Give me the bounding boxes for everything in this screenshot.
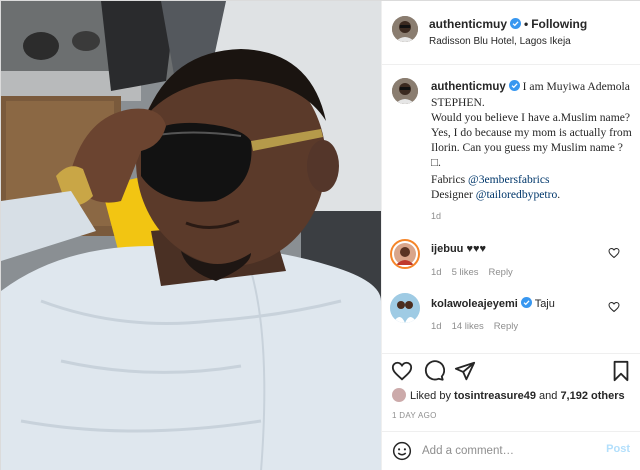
liked-by-user[interactable]: tosintreasure49 [454,390,536,402]
author-avatar[interactable] [392,16,418,42]
comment-time[interactable]: 1d [431,321,442,332]
emoji-icon[interactable] [392,441,412,461]
author-username[interactable]: authenticmuy [429,17,507,31]
comment-time[interactable]: 1d [431,267,442,278]
commenter-avatar[interactable] [390,239,420,269]
liked-by-line: Liked by tosintreasure49 and 7,192 other… [392,388,625,402]
verified-icon [520,297,532,308]
designer-suffix: . [557,188,561,201]
caption-body: I am Muyiwa Ademola STEPHEN. Would you b… [431,80,632,169]
caption-tags: Fabrics @3embersfabrics Designer @tailor… [431,172,635,202]
comment-icon[interactable] [423,360,445,382]
heart-icon[interactable] [608,247,620,259]
post-header: authenticmuy • Following Radisson Blu Hote… [382,1,640,65]
photo-illustration [1,1,381,470]
post-actions: Liked by tosintreasure49 and 7,192 other… [382,353,640,443]
caption-text: authenticmuy I am Muyiwa Ademola STEPHEN… [431,79,635,170]
heart-icon[interactable] [608,301,620,313]
comment-input[interactable] [422,442,592,460]
comment-likes[interactable]: 5 likes [452,267,479,278]
designer-tag-link[interactable]: @tailoredbypetro [476,188,558,201]
bookmark-icon[interactable] [610,360,632,382]
share-icon[interactable] [454,360,476,382]
like-heart-icon[interactable] [391,360,413,382]
liked-others[interactable]: 7,192 others [560,390,624,402]
post-photo[interactable] [1,1,381,470]
caption-time[interactable]: 1d [431,211,441,221]
designer-label: Designer [431,188,476,201]
comment-item: kolawoleajeyemi Taju 1d 14 likes Reply [382,293,640,343]
comment-username[interactable]: ijebuu [431,243,463,255]
author-line: authenticmuy • Following [429,17,587,31]
verified-icon [510,18,522,29]
post-comment-button[interactable]: Post [606,443,630,455]
caption-username[interactable]: authenticmuy [431,81,506,93]
comment-item: ijebuu ♥♥♥ 1d 5 likes Reply [382,239,640,289]
comment-username[interactable]: kolawoleajeyemi [431,298,518,310]
comment-body: ijebuu ♥♥♥ [431,243,486,255]
comment-text: Taju [534,298,555,310]
caption-avatar[interactable] [392,78,418,104]
liker-avatar[interactable] [392,388,406,402]
fabrics-tag-link[interactable]: @3embersfabrics [468,173,550,186]
commenter-avatar[interactable] [390,293,420,323]
liked-by-prefix: Liked by [410,390,455,402]
comment-meta: 1d 14 likes Reply [431,321,528,332]
comment-text: ♥♥♥ [466,243,487,255]
fabrics-label: Fabrics [431,173,469,186]
verified-icon [508,80,520,91]
post-time-ago[interactable]: 1 DAY AGO [392,411,437,420]
comment-reply-button[interactable]: Reply [494,321,518,332]
comment-likes[interactable]: 14 likes [452,321,484,332]
following-button[interactable]: Following [531,17,587,31]
comment-reply-button[interactable]: Reply [489,267,513,278]
separator-dot: • [524,17,529,31]
comment-meta: 1d 5 likes Reply [431,267,523,278]
post-modal: authenticmuy • Following Radisson Blu Hote… [0,0,640,470]
liked-and: and [535,390,561,402]
post-details-panel: authenticmuy • Following Radisson Blu Hote… [381,1,640,470]
post-location[interactable]: Radisson Blu Hotel, Lagos Ikeja [429,36,571,47]
comment-body: kolawoleajeyemi Taju [431,297,555,310]
add-comment-bar: Post [382,431,640,470]
